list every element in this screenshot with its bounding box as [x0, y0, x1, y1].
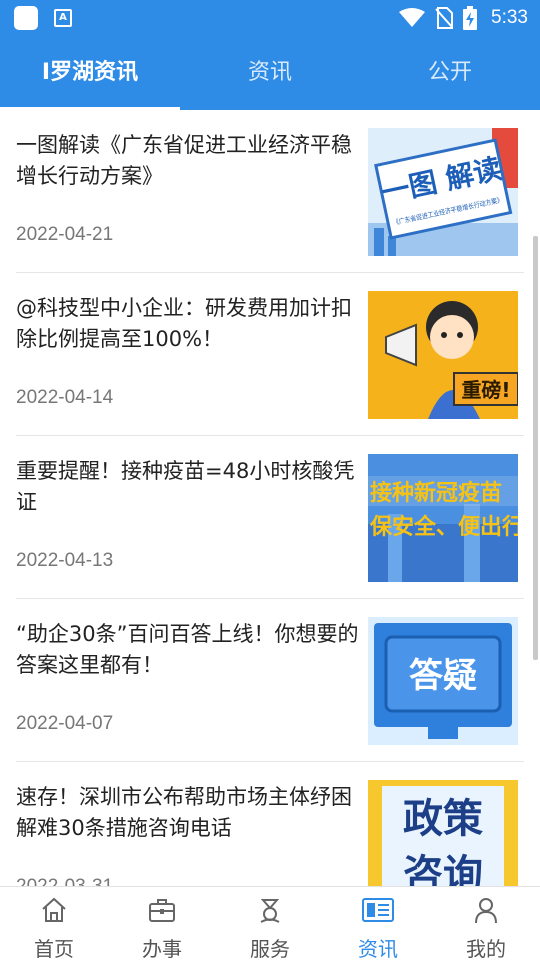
nav-label: 首页 — [34, 937, 74, 960]
article-title: @科技型中小企业：研发费用加计扣除比例提高至100%！ — [16, 296, 352, 351]
nav-news[interactable]: 资讯 — [324, 887, 432, 960]
article-thumbnail: 重磅! — [368, 291, 518, 419]
nav-services-desk[interactable]: 办事 — [108, 887, 216, 960]
nav-label: 我的 — [466, 937, 506, 960]
thumb-caption-line2: 咨询 — [403, 852, 483, 886]
app-badge-icon: A — [54, 9, 72, 27]
thumb-caption: 重磅! — [461, 378, 510, 402]
article-thumbnail: 一图 解读 《广东省促进工业经济平稳增长行动方案》 — [368, 128, 518, 256]
list-item[interactable]: 速存！深圳市公布帮助市场主体纾困解难30条措施咨询电话 2022-03-31 政… — [0, 762, 540, 886]
list-item[interactable]: @科技型中小企业：研发费用加计扣除比例提高至100%！ 2022-04-14 重… — [0, 273, 540, 436]
nav-profile[interactable]: 我的 — [432, 887, 540, 960]
home-icon — [42, 897, 66, 922]
list-item[interactable]: 一图解读《广东省促进工业经济平稳增长行动方案》 2022-04-21 一图 解读… — [0, 110, 540, 273]
article-date: 2022-04-07 — [16, 713, 114, 734]
clock: 5:33 — [491, 7, 528, 28]
article-date: 2022-03-31 — [16, 876, 113, 886]
article-list[interactable]: 一图解读《广东省促进工业经济平稳增长行动方案》 2022-04-21 一图 解读… — [0, 110, 540, 886]
article-title: 速存！深圳市公布帮助市场主体纾困解难30条措施咨询电话 — [16, 785, 352, 840]
user-icon — [475, 898, 497, 924]
article-thumbnail: 政策 咨询 — [368, 780, 518, 886]
article-title: 重要提醒！接种疫苗=48小时核酸凭证 — [16, 459, 355, 514]
app-notification-icon — [14, 6, 38, 30]
thumb-caption-line1: 接种新冠疫苗 — [370, 480, 502, 506]
thumb-caption-line1: 政策 — [403, 796, 483, 842]
thumb-caption: 答疑 — [409, 656, 477, 696]
nav-home[interactable]: 首页 — [0, 887, 108, 960]
status-bar: A 5:33 — [0, 0, 540, 36]
tab-news[interactable]: 资讯 — [180, 36, 360, 110]
nav-service[interactable]: 服务 — [216, 887, 324, 960]
top-tab-bar: I罗湖资讯 资讯 公开 — [0, 36, 540, 110]
status-icons: 5:33 — [399, 0, 528, 36]
list-item[interactable]: “助企30条”百问百答上线！你想要的答案这里都有！ 2022-04-07 答疑 — [0, 599, 540, 762]
thumb-caption-line2: 保安全、便出行 — [369, 514, 518, 540]
nav-label: 服务 — [250, 937, 290, 960]
wifi-icon — [399, 8, 426, 27]
tab-public[interactable]: 公开 — [360, 36, 540, 110]
no-sim-icon — [435, 7, 454, 29]
article-date: 2022-04-21 — [16, 224, 114, 245]
article-date: 2022-04-14 — [16, 387, 114, 408]
nav-label: 资讯 — [358, 937, 398, 960]
briefcase-icon — [149, 899, 175, 922]
service-icon — [260, 899, 280, 923]
bottom-nav: 首页 办事 服务 资讯 我的 — [0, 886, 540, 960]
article-title: 一图解读《广东省促进工业经济平稳增长行动方案》 — [16, 133, 352, 188]
nav-label: 办事 — [142, 937, 182, 960]
tab-luohu-news[interactable]: I罗湖资讯 — [0, 36, 180, 110]
scrollbar[interactable] — [533, 236, 538, 660]
news-icon — [362, 898, 394, 922]
article-title: “助企30条”百问百答上线！你想要的答案这里都有！ — [16, 622, 359, 677]
article-date: 2022-04-13 — [16, 550, 114, 571]
list-item[interactable]: 重要提醒！接种疫苗=48小时核酸凭证 2022-04-13 接种新冠疫苗 保安全… — [0, 436, 540, 599]
battery-charging-icon — [463, 6, 478, 30]
article-thumbnail: 答疑 — [368, 617, 518, 745]
article-thumbnail: 接种新冠疫苗 保安全、便出行 — [368, 454, 518, 582]
